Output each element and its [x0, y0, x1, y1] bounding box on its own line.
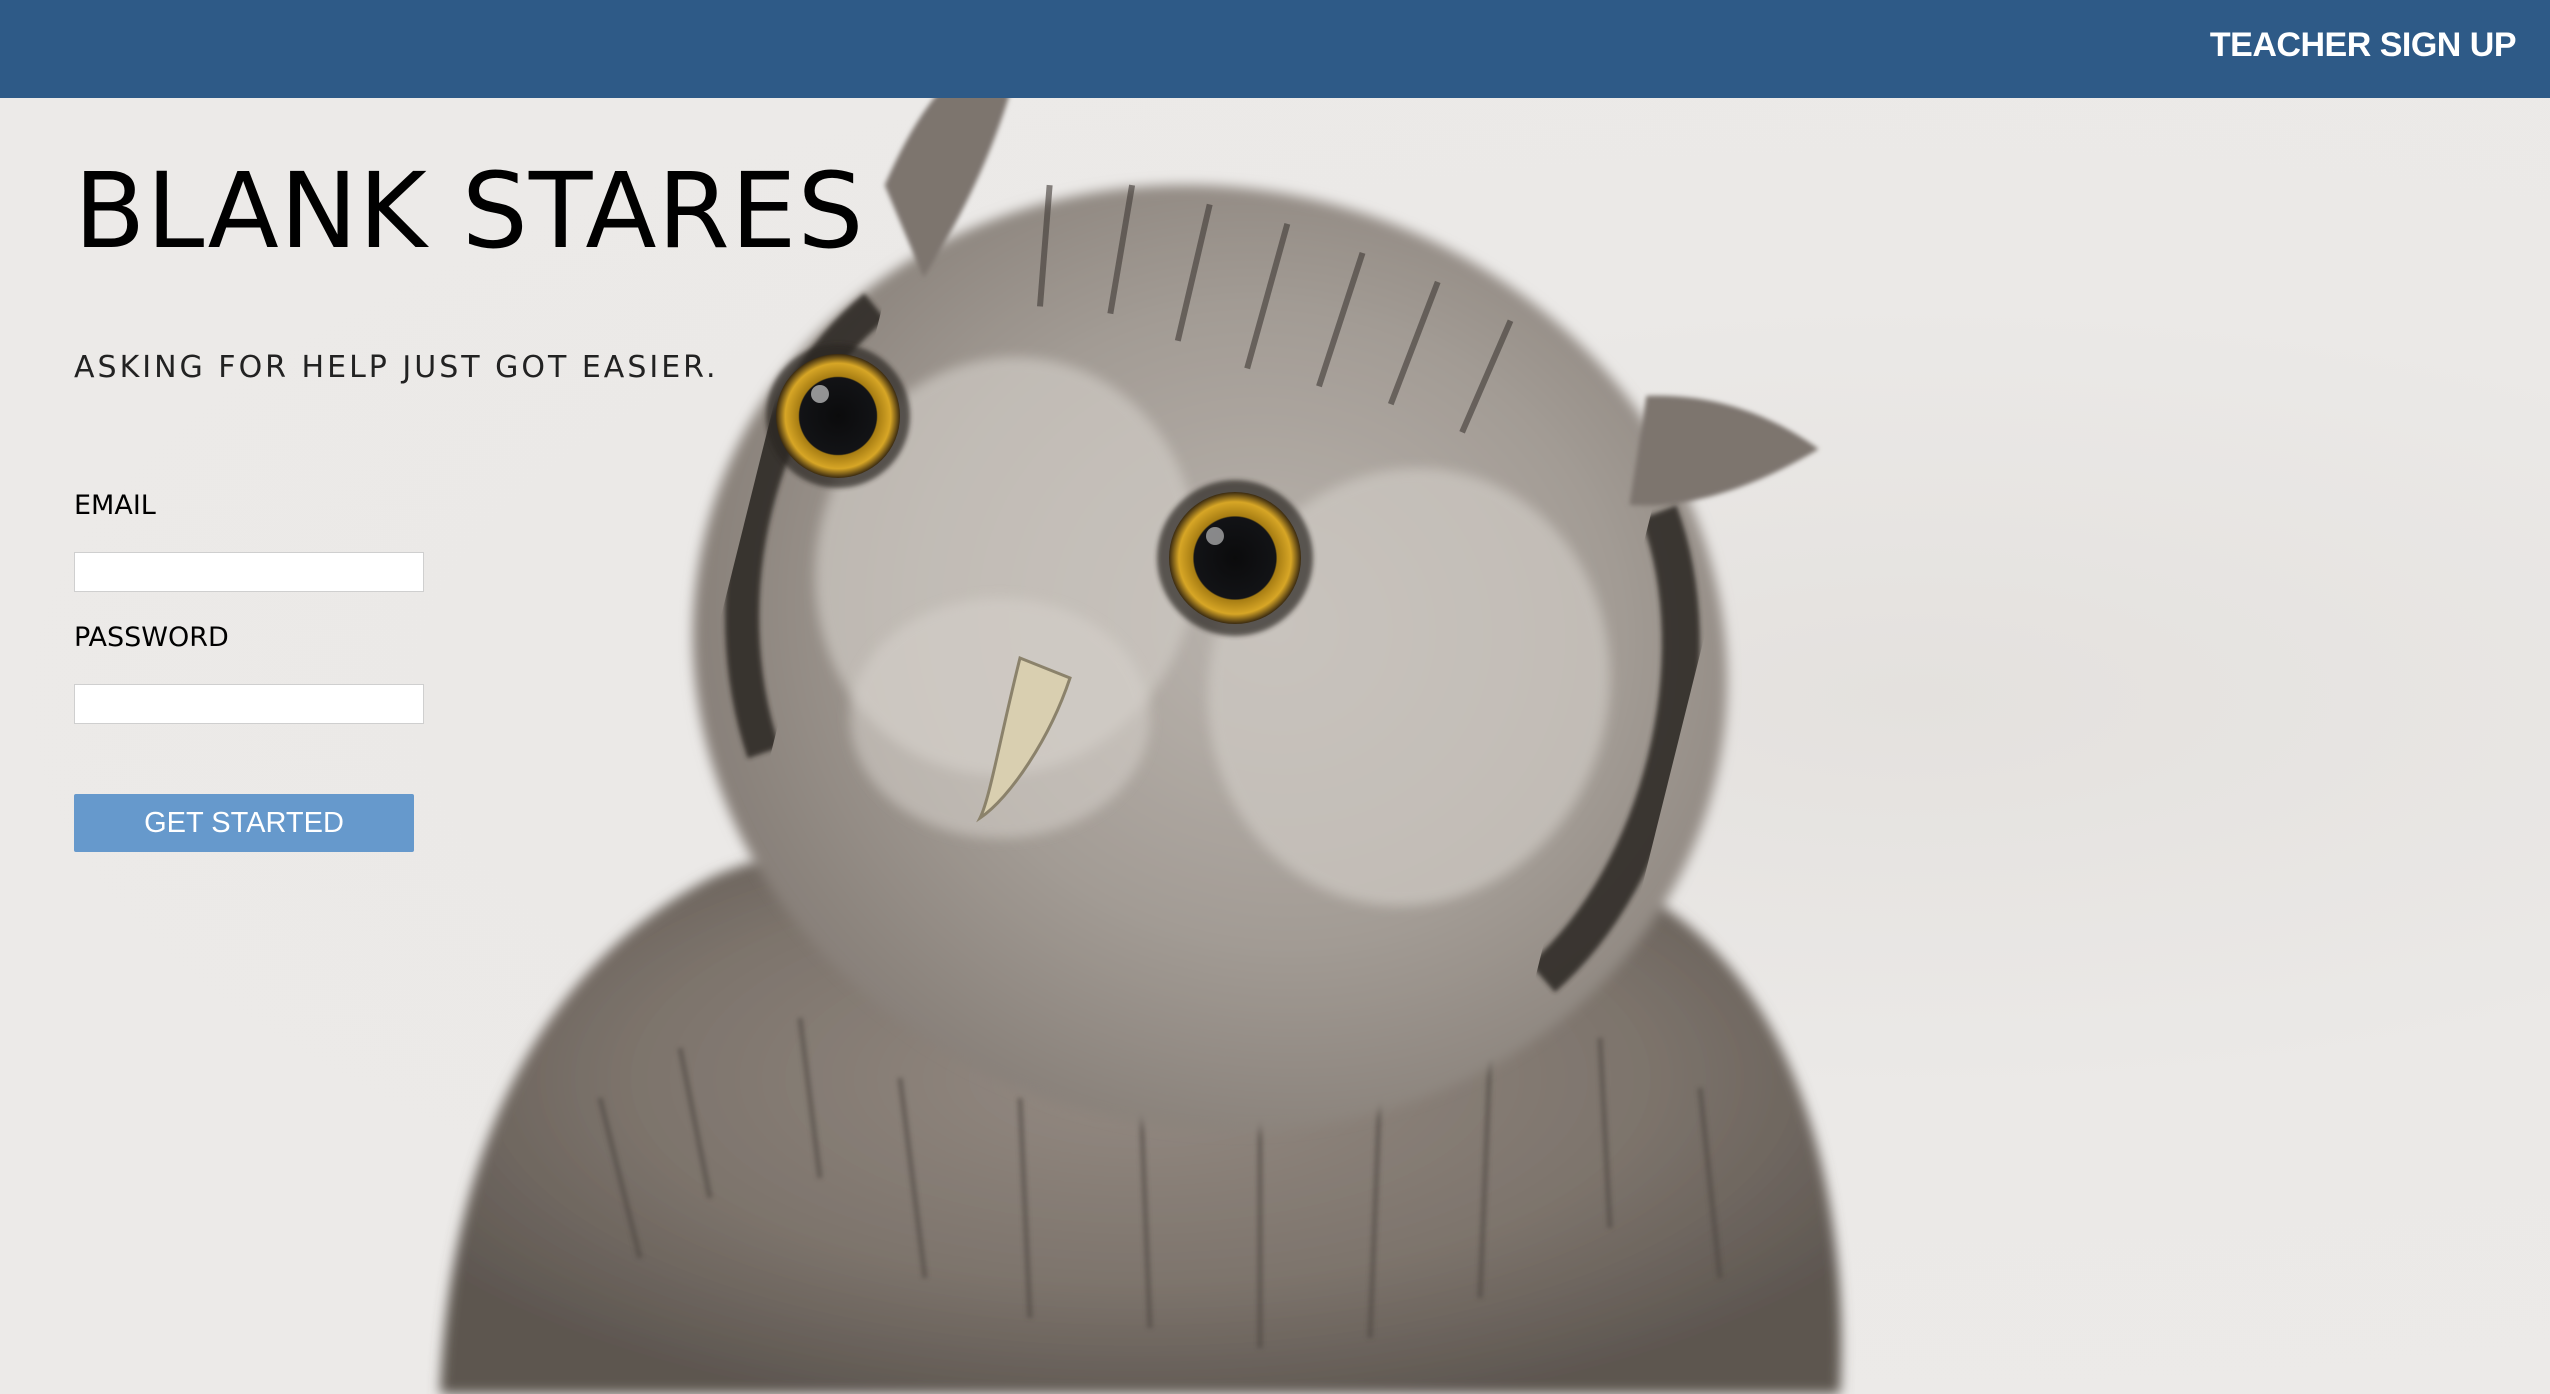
teacher-signup-link[interactable]: TEACHER SIGN UP: [2210, 26, 2517, 65]
top-nav-bar: TEACHER SIGN UP: [0, 0, 2550, 98]
password-label: PASSWORD: [74, 622, 229, 653]
get-started-button[interactable]: GET STARTED: [74, 794, 414, 852]
brand-title: BLANK STARES: [74, 150, 865, 272]
tagline: ASKING FOR HELP JUST GOT EASIER.: [74, 350, 719, 385]
password-input[interactable]: [74, 684, 424, 724]
email-input[interactable]: [74, 552, 424, 592]
landing-page: TEACHER SIGN UP BLANK STARES ASKING FOR …: [0, 0, 2550, 1394]
owl-photo: [440, 98, 1842, 1394]
email-label: EMAIL: [74, 490, 156, 521]
